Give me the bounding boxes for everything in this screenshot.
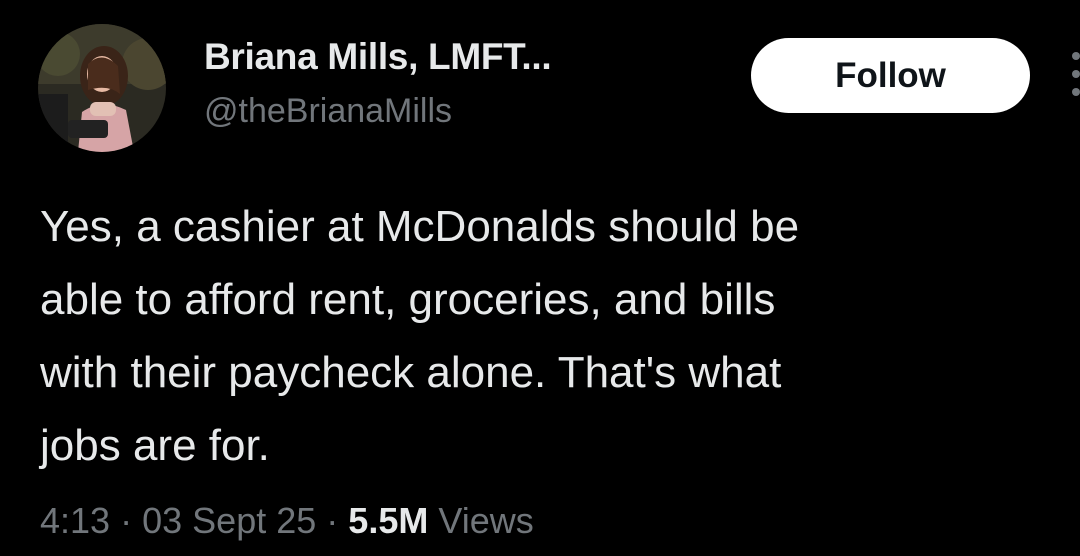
- meta-separator: ·: [120, 500, 133, 541]
- tweet-meta: 4:13 · 03 Sept 25 · 5.5M Views: [40, 500, 534, 542]
- author-display-name[interactable]: Briana Mills, LMFT...: [204, 36, 552, 78]
- tweet-time[interactable]: 4:13: [40, 500, 110, 541]
- views-count[interactable]: 5.5M: [348, 500, 428, 541]
- follow-button[interactable]: Follow: [751, 38, 1030, 113]
- more-vertical-icon[interactable]: [1066, 52, 1080, 96]
- meta-separator: ·: [326, 500, 339, 541]
- avatar-image: [38, 24, 166, 152]
- tweet: Briana Mills, LMFT... @theBrianaMills Fo…: [0, 0, 1080, 556]
- tweet-date[interactable]: 03 Sept 25: [142, 500, 316, 541]
- avatar[interactable]: [38, 24, 166, 152]
- tweet-text: Yes, a cashier at McDonalds should be ab…: [40, 202, 800, 470]
- views-label: Views: [438, 500, 534, 541]
- author-handle[interactable]: @theBrianaMills: [204, 92, 452, 131]
